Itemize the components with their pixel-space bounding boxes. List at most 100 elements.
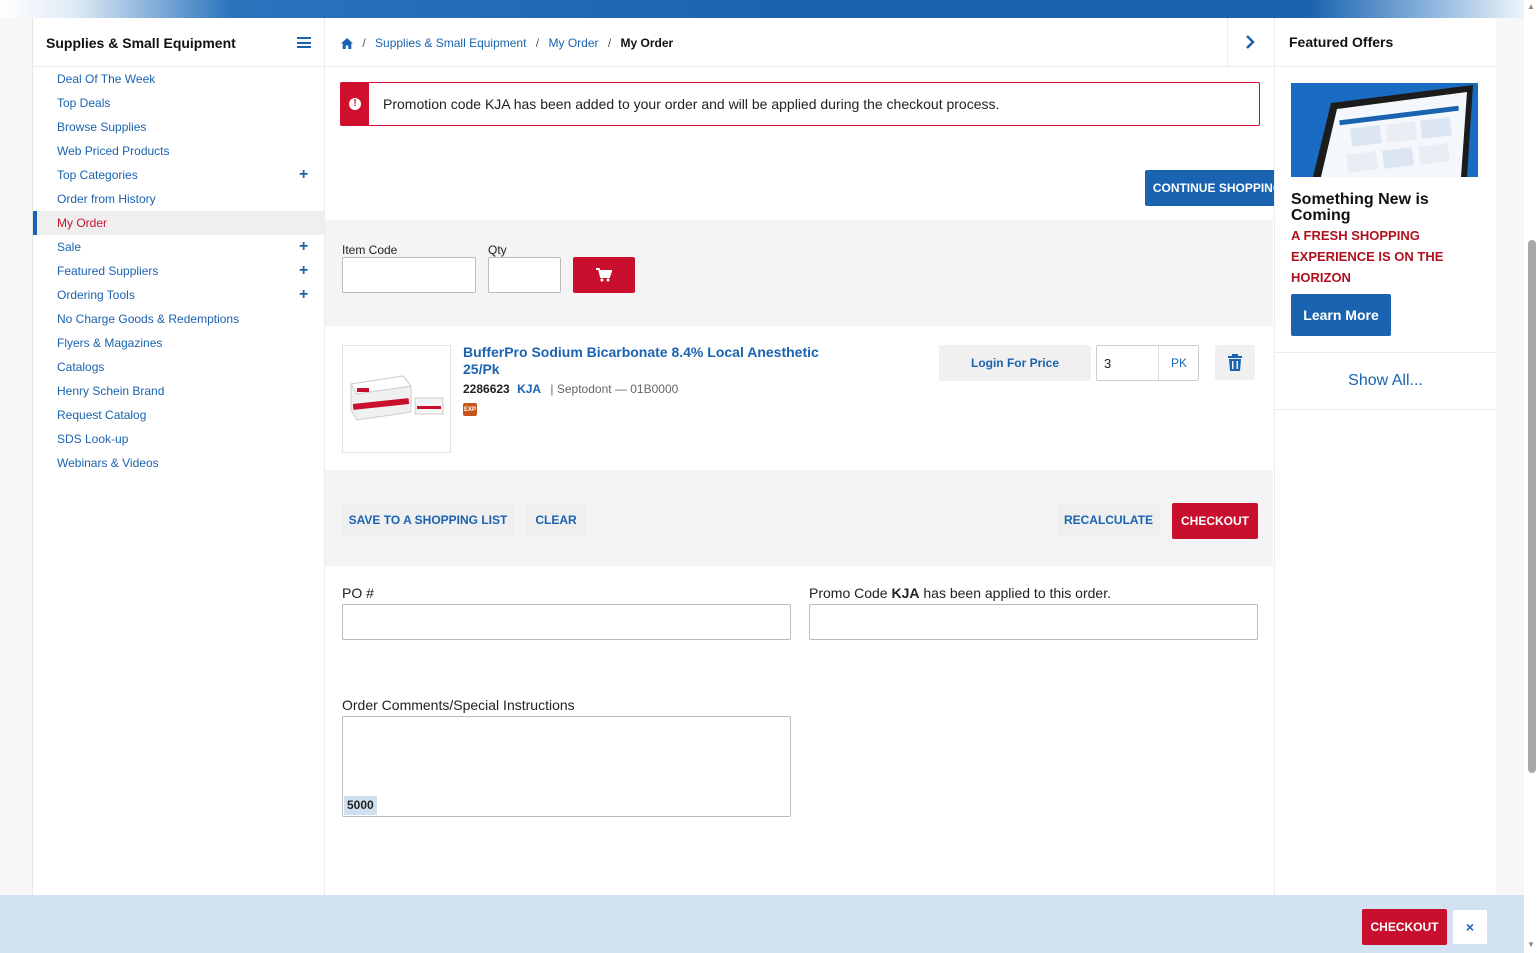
quantity-value[interactable]: 3 bbox=[1104, 356, 1111, 371]
breadcrumb-current: My Order bbox=[620, 35, 674, 50]
qty-input[interactable] bbox=[488, 257, 561, 293]
sidebar-item-deal-of-the-week[interactable]: Deal Of The Week bbox=[33, 67, 324, 91]
cart-icon bbox=[596, 268, 613, 282]
sidebar: Supplies & Small Equipment Deal Of The W… bbox=[33, 18, 325, 953]
breadcrumb: / Supplies & Small Equipment / My Order … bbox=[325, 18, 1273, 67]
alert-badge: ! bbox=[341, 83, 369, 125]
sidebar-item-request-catalog[interactable]: Request Catalog bbox=[33, 403, 324, 427]
sidebar-item-top-deals[interactable]: Top Deals bbox=[33, 91, 324, 115]
sidebar-item-browse-supplies[interactable]: Browse Supplies bbox=[33, 115, 324, 139]
sidebar-item-no-charge-goods-redemptions[interactable]: No Charge Goods & Redemptions bbox=[33, 307, 324, 331]
breadcrumb-link-supplies[interactable]: Supplies & Small Equipment bbox=[375, 36, 526, 50]
scrollbar[interactable]: ▲ ▼ bbox=[1524, 0, 1540, 953]
save-to-shopping-list-button[interactable]: SAVE TO A SHOPPING LIST bbox=[342, 503, 514, 537]
expand-plus-icon[interactable]: + bbox=[299, 235, 308, 259]
promo-label-suffix: has been applied to this order. bbox=[919, 585, 1111, 601]
breadcrumb-separator: / bbox=[362, 35, 366, 50]
sidebar-item-label: SDS Look-up bbox=[57, 432, 129, 446]
sidebar-item-henry-schein-brand[interactable]: Henry Schein Brand bbox=[33, 379, 324, 403]
sidebar-item-label: Sale bbox=[57, 240, 82, 254]
sidebar-item-my-order[interactable]: My Order bbox=[33, 211, 324, 235]
quantity-field[interactable]: 3 PK bbox=[1096, 345, 1199, 381]
page-container: Supplies & Small Equipment Deal Of The W… bbox=[32, 18, 1496, 953]
learn-more-button[interactable]: Learn More bbox=[1291, 294, 1391, 336]
promo-laptop-image[interactable] bbox=[1291, 83, 1478, 177]
checkout-button[interactable]: CHECKOUT bbox=[1172, 503, 1258, 539]
sidebar-item-flyers-magazines[interactable]: Flyers & Magazines bbox=[33, 331, 324, 355]
chevron-right-button[interactable] bbox=[1227, 18, 1274, 66]
featured-title: Featured Offers bbox=[1289, 34, 1394, 50]
qty-label: Qty bbox=[488, 243, 507, 257]
sidebar-title: Supplies & Small Equipment bbox=[46, 35, 236, 51]
sidebar-item-web-priced-products[interactable]: Web Priced Products bbox=[33, 139, 324, 163]
promo-label-code: KJA bbox=[891, 585, 920, 601]
promo-heading: Something New is Coming bbox=[1291, 191, 1429, 224]
po-label: PO # bbox=[342, 585, 374, 601]
sidebar-item-featured-suppliers[interactable]: Featured Suppliers + bbox=[33, 259, 324, 283]
product-meta: 2286623 KJA | Septodont — 01B0000 bbox=[463, 382, 678, 396]
scroll-up-icon[interactable]: ▲ bbox=[1527, 2, 1535, 11]
product-image[interactable] bbox=[342, 345, 451, 453]
scroll-down-icon[interactable]: ▼ bbox=[1527, 940, 1535, 949]
scrollbar-thumb[interactable] bbox=[1528, 240, 1536, 773]
sidebar-item-label: Request Catalog bbox=[57, 408, 147, 422]
add-to-cart-button[interactable] bbox=[573, 257, 635, 293]
unit-label: PK bbox=[1158, 346, 1199, 380]
item-code-input[interactable] bbox=[342, 257, 476, 293]
promo-alert: ! Promotion code KJA has been added to y… bbox=[340, 82, 1260, 126]
recalculate-button[interactable]: RECALCULATE bbox=[1057, 503, 1160, 537]
cart-item-row: BufferPro Sodium Bicarbonate 8.4% Local … bbox=[325, 326, 1273, 471]
product-name-link[interactable]: BufferPro Sodium Bicarbonate 8.4% Local … bbox=[463, 344, 823, 378]
menu-icon[interactable] bbox=[297, 37, 311, 48]
show-all-link[interactable]: Show All... bbox=[1275, 372, 1496, 390]
comments-textarea[interactable]: 5000 bbox=[342, 716, 791, 817]
alert-message: Promotion code KJA has been added to you… bbox=[383, 96, 1000, 112]
home-icon[interactable] bbox=[341, 36, 356, 50]
top-banner bbox=[0, 0, 1540, 18]
promo-label-prefix: Promo Code bbox=[809, 585, 892, 601]
sidebar-item-label: Order from History bbox=[57, 192, 156, 206]
sidebar-item-label: Flyers & Magazines bbox=[57, 336, 163, 350]
chevron-right-icon bbox=[1246, 35, 1255, 49]
char-counter: 5000 bbox=[344, 796, 377, 815]
sidebar-item-order-from-history[interactable]: Order from History bbox=[33, 187, 324, 211]
sidebar-item-top-categories[interactable]: Top Categories + bbox=[33, 163, 324, 187]
item-code: 2286623 bbox=[463, 382, 510, 396]
login-for-price-button[interactable]: Login For Price bbox=[939, 345, 1091, 381]
close-icon[interactable]: × bbox=[1453, 910, 1487, 944]
clear-button[interactable]: CLEAR bbox=[526, 503, 586, 537]
continue-shopping-button[interactable]: CONTINUE SHOPPING bbox=[1145, 170, 1290, 206]
breadcrumb-separator: / bbox=[607, 35, 612, 50]
sidebar-item-webinars-videos[interactable]: Webinars & Videos bbox=[33, 451, 324, 475]
item-code-label: Item Code bbox=[342, 243, 398, 257]
sidebar-item-catalogs[interactable]: Catalogs bbox=[33, 355, 324, 379]
sidebar-item-label: Webinars & Videos bbox=[57, 456, 159, 470]
order-form: PO # Promo Code KJA has been applied to … bbox=[325, 566, 1273, 888]
po-input[interactable] bbox=[342, 604, 791, 640]
promo-code-input[interactable] bbox=[809, 604, 1258, 640]
sidebar-item-label: Web Priced Products bbox=[57, 144, 170, 158]
sticky-checkout-button[interactable]: CHECKOUT bbox=[1362, 909, 1447, 945]
sidebar-item-label: Browse Supplies bbox=[57, 120, 147, 134]
cart-actions: SAVE TO A SHOPPING LIST CLEAR RECALCULAT… bbox=[325, 470, 1273, 566]
promo-subheading: A FRESH SHOPPING EXPERIENCE IS ON THE HO… bbox=[1291, 228, 1444, 285]
expand-plus-icon[interactable]: + bbox=[299, 259, 308, 283]
sidebar-item-label: Catalogs bbox=[57, 360, 105, 374]
promo-code-tag: KJA bbox=[517, 382, 542, 396]
quick-add-panel: Item Code Qty bbox=[325, 220, 1273, 326]
promo-code-label: Promo Code KJA has been applied to this … bbox=[809, 585, 1111, 601]
featured-header: Featured Offers bbox=[1275, 18, 1496, 67]
sidebar-item-label: Top Categories bbox=[57, 168, 138, 182]
sidebar-item-sale[interactable]: Sale + bbox=[33, 235, 324, 259]
sidebar-item-sds-look-up[interactable]: SDS Look-up bbox=[33, 427, 324, 451]
comments-label: Order Comments/Special Instructions bbox=[342, 697, 575, 713]
sidebar-item-label: No Charge Goods & Redemptions bbox=[57, 312, 240, 326]
breadcrumb-link-my-order[interactable]: My Order bbox=[548, 36, 598, 50]
expand-plus-icon[interactable]: + bbox=[299, 163, 308, 187]
sidebar-item-ordering-tools[interactable]: Ordering Tools + bbox=[33, 283, 324, 307]
expand-plus-icon[interactable]: + bbox=[299, 283, 308, 307]
show-all-section: Show All... bbox=[1275, 352, 1496, 410]
exclamation-icon: ! bbox=[349, 98, 361, 110]
calendar-exp-icon: EXP bbox=[463, 403, 477, 416]
delete-item-button[interactable] bbox=[1215, 345, 1255, 380]
